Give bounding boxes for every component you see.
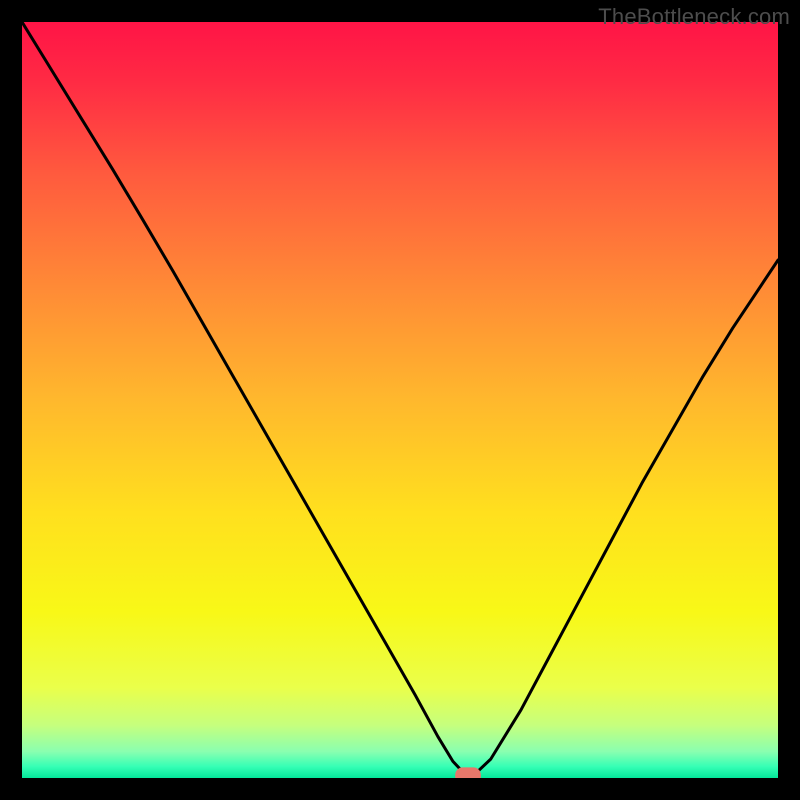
bottleneck-plot (22, 22, 778, 778)
gradient-background (22, 22, 778, 778)
optimal-marker (455, 767, 481, 778)
watermark-text: TheBottleneck.com (598, 4, 790, 30)
chart-frame: TheBottleneck.com (0, 0, 800, 800)
